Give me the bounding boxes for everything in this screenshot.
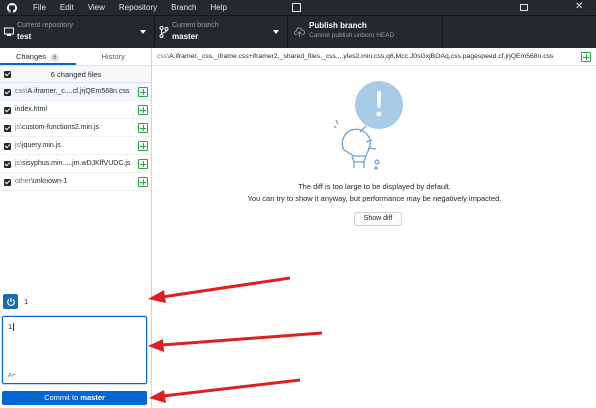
menu-bar: File Edit View Repository Branch Help (26, 0, 234, 15)
tab-changes-label: Changes (16, 52, 47, 61)
file-row[interactable]: js\jquery.min.js (0, 137, 151, 155)
current-branch-button[interactable]: Current branch master (155, 16, 288, 48)
file-path: js\custom-functions2.min.js (15, 119, 135, 137)
commit-button-branch: master (80, 393, 105, 402)
cloud-upload-icon (294, 27, 305, 37)
file-name: jquery.min.js (22, 142, 61, 149)
file-row[interactable]: other\unknown-1 (0, 173, 151, 191)
file-checkbox[interactable] (4, 161, 11, 168)
publish-branch-button[interactable]: Publish branch Cannot publish unborn HEA… (288, 16, 443, 48)
power-icon (6, 297, 15, 306)
file-name: A.iframer._c....cf.jrjQEm568n.css (27, 88, 130, 95)
file-dir: js\ (15, 124, 22, 131)
lightbulb-illustration-icon (333, 81, 403, 170)
add-coauthor-button[interactable]: A+ (8, 373, 16, 379)
changed-files-header: 6 changed files (0, 66, 151, 83)
commit-button[interactable]: Commit to master (2, 391, 147, 405)
file-name: sisyphus.min.....jm.wDJKffVUDC.js (22, 160, 131, 167)
desktop-icon (4, 27, 14, 36)
diff-too-large-message: The diff is too large to be displayed by… (298, 182, 451, 191)
file-dir: other\ (15, 178, 33, 185)
close-icon[interactable]: ✕ (575, 1, 583, 13)
file-path: css\A.iframer._c....cf.jrjQEm568n.css (15, 83, 135, 101)
maximize-icon[interactable] (520, 4, 528, 11)
changed-files-count: 6 changed files (50, 70, 102, 79)
commit-summary-row (0, 293, 152, 311)
commit-description-field[interactable]: 1 A+ (2, 316, 147, 384)
file-name: index.html (15, 106, 47, 113)
tab-changes[interactable]: Changes 6 (0, 48, 76, 65)
commit-description-text: 1 (8, 322, 15, 332)
menu-file[interactable]: File (26, 0, 53, 15)
file-path: js\jquery.min.js (15, 137, 135, 155)
file-name: unknown-1 (32, 178, 68, 185)
diff-panel: css\A.iframer._css,_iframe.css+iframer2,… (153, 48, 596, 408)
menu-view[interactable]: View (81, 0, 112, 15)
sidebar-tabs: Changes 6 History (0, 48, 151, 66)
diff-file-name: A.iframer._css,_iframe.css+iframer2,_sha… (169, 53, 554, 60)
chevron-down-icon (140, 30, 146, 34)
toolbar: Current repository test Current branch m… (0, 15, 596, 48)
text-caret (13, 323, 15, 332)
github-logo-icon (0, 0, 24, 15)
show-diff-button[interactable]: Show diff (354, 212, 402, 226)
diff-file-dir: css\ (157, 53, 170, 60)
current-repository-title: Current repository (17, 22, 74, 29)
added-status-icon (138, 87, 148, 97)
current-repository-button[interactable]: Current repository test (0, 16, 155, 48)
changes-count-badge: 6 (50, 54, 60, 62)
menu-help[interactable]: Help (204, 0, 234, 15)
file-name: custom-functions2.min.js (22, 124, 100, 131)
tab-history[interactable]: History (76, 48, 152, 65)
commit-button-prefix: Commit to (44, 393, 79, 402)
file-row[interactable]: css\A.iframer._c....cf.jrjQEm568n.css (0, 83, 151, 101)
added-status-icon (138, 159, 148, 169)
added-status-icon (138, 141, 148, 151)
avatar (3, 294, 18, 309)
file-path: other\unknown-1 (15, 173, 135, 191)
commit-description-value: 1 (8, 322, 13, 331)
menu-branch[interactable]: Branch (164, 0, 203, 15)
menu-edit[interactable]: Edit (53, 0, 81, 15)
file-checkbox[interactable] (4, 89, 11, 96)
current-branch-title: Current branch (172, 22, 219, 29)
publish-branch-subtitle: Cannot publish unborn HEAD (309, 32, 395, 39)
file-row[interactable]: js\sisyphus.min.....jm.wDJKffVUDC.js (0, 155, 151, 173)
current-repository-value: test (17, 32, 32, 41)
file-checkbox[interactable] (4, 125, 11, 132)
added-status-icon (581, 52, 591, 62)
file-path: index.html (15, 101, 135, 119)
sidebar: Changes 6 History 6 changed files css\A.… (0, 48, 152, 408)
branch-icon (159, 26, 169, 38)
file-checkbox[interactable] (4, 143, 11, 150)
file-dir: js\ (15, 142, 22, 149)
diff-performance-warning: You can try to show it anyway, but perfo… (247, 194, 502, 203)
added-status-icon (138, 177, 148, 187)
publish-branch-title: Publish branch (309, 21, 367, 30)
file-dir: js\ (15, 160, 22, 167)
commit-summary-input[interactable] (20, 294, 148, 309)
file-row[interactable]: index.html (0, 101, 151, 119)
window-icon[interactable] (292, 3, 301, 12)
file-dir: css\ (15, 88, 28, 95)
diff-file-path: css\A.iframer._css,_iframe.css+iframer2,… (157, 48, 580, 66)
added-status-icon (138, 105, 148, 115)
file-row[interactable]: js\custom-functions2.min.js (0, 119, 151, 137)
file-path: js\sisyphus.min.....jm.wDJKffVUDC.js (15, 155, 135, 173)
chevron-down-icon (273, 30, 279, 34)
file-checkbox[interactable] (4, 179, 11, 186)
diff-path-bar: css\A.iframer._css,_iframe.css+iframer2,… (153, 48, 596, 66)
title-bar: File Edit View Repository Branch Help ✕ (0, 0, 596, 15)
menu-repository[interactable]: Repository (112, 0, 164, 15)
added-status-icon (138, 123, 148, 133)
current-branch-value: master (172, 32, 199, 41)
file-checkbox[interactable] (4, 107, 11, 114)
